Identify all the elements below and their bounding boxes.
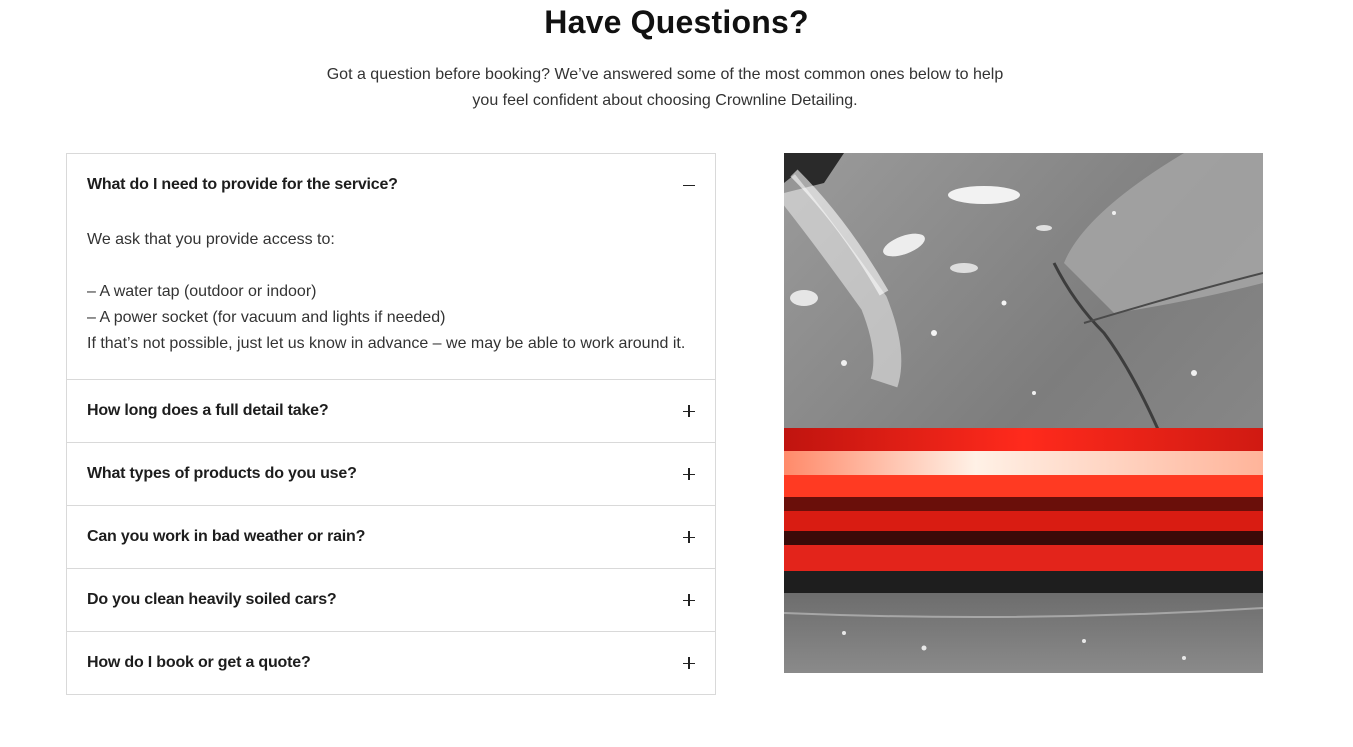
faq-toggle[interactable]: How long does a full detail take? xyxy=(67,380,715,442)
faq-question: What do I need to provide for the servic… xyxy=(87,176,398,193)
faq-toggle[interactable]: Do you clean heavily soiled cars? xyxy=(67,569,715,631)
faq-item: What types of products do you use? xyxy=(66,442,716,506)
faq-toggle[interactable]: What types of products do you use? xyxy=(67,443,715,505)
plus-icon xyxy=(683,657,695,669)
intro-line-2: you feel confident about choosing Crownl… xyxy=(472,92,858,109)
section-intro: Got a question before booking? We’ve ans… xyxy=(290,62,1040,114)
plus-icon xyxy=(683,594,695,606)
car-taillight-photo xyxy=(784,153,1263,673)
faq-accordion: What do I need to provide for the servic… xyxy=(66,153,716,695)
plus-icon xyxy=(683,468,695,480)
faq-toggle[interactable]: Can you work in bad weather or rain? xyxy=(67,506,715,568)
intro-line-1: Got a question before booking? We’ve ans… xyxy=(326,66,1004,83)
faq-item: Can you work in bad weather or rain? xyxy=(66,505,716,569)
faq-question: What types of products do you use? xyxy=(87,465,357,482)
plus-icon xyxy=(683,531,695,543)
faq-question: Do you clean heavily soiled cars? xyxy=(87,591,337,608)
answer-line: – A power socket (for vacuum and lights … xyxy=(87,309,446,326)
faq-toggle[interactable]: How do I book or get a quote? xyxy=(67,632,715,694)
answer-line: – A water tap (outdoor or indoor) xyxy=(87,283,317,300)
faq-question: Can you work in bad weather or rain? xyxy=(87,528,366,545)
answer-intro: We ask that you provide access to: xyxy=(87,231,335,248)
answer-line: If that’s not possible, just let us know… xyxy=(87,335,686,352)
faq-item: How long does a full detail take? xyxy=(66,379,716,443)
faq-question: How long does a full detail take? xyxy=(87,402,329,419)
plus-icon xyxy=(683,405,695,417)
section-title: Have Questions? xyxy=(544,4,809,40)
faq-item: What do I need to provide for the servic… xyxy=(66,153,716,380)
faq-item: Do you clean heavily soiled cars? xyxy=(66,568,716,632)
faq-item: How do I book or get a quote? xyxy=(66,631,716,695)
faq-toggle[interactable]: What do I need to provide for the servic… xyxy=(67,154,715,216)
faq-question: How do I book or get a quote? xyxy=(87,654,311,671)
minus-icon xyxy=(683,179,695,191)
faq-answer: We ask that you provide access to: – A w… xyxy=(67,216,715,379)
